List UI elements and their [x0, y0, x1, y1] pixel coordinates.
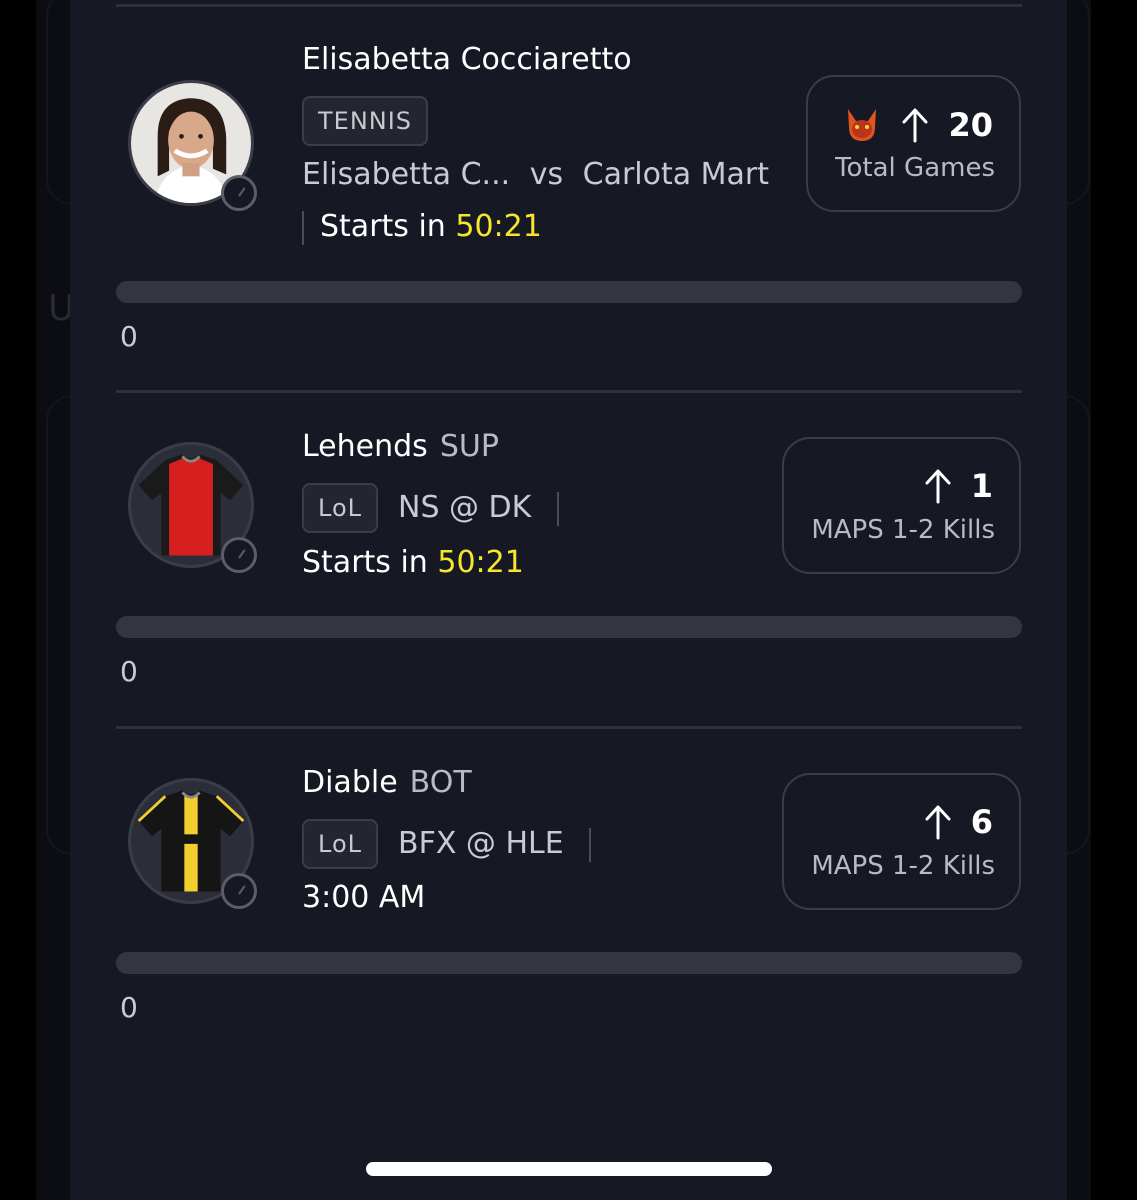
league-tag: TENNIS: [302, 96, 429, 146]
player-name: Elisabetta Cocciaretto: [302, 42, 632, 77]
separator: [589, 827, 592, 862]
stat-type: MAPS 1-2 Kills: [811, 515, 995, 545]
player-position: SUP: [439, 429, 499, 464]
matchup-text: NS @ DK: [398, 490, 532, 525]
league-tag: LoL: [302, 483, 379, 533]
line-value: 6: [970, 803, 993, 841]
projection-box[interactable]: 6 MAPS 1-2 Kills: [782, 773, 1021, 910]
matchup-player-b: Carlota Mart: [582, 157, 770, 192]
clock-icon: [221, 175, 257, 211]
progress-bar: [116, 281, 1022, 303]
start-time: Starts in 50:21: [302, 545, 524, 580]
card-divider: [116, 726, 1022, 729]
countdown: 50:21: [437, 545, 524, 580]
top-divider: [116, 4, 1022, 7]
arrow-up-icon: [902, 108, 928, 143]
stat-type: Total Games: [835, 153, 995, 183]
projection-line: 1: [923, 467, 993, 505]
matchup-text: BFX @ HLE: [398, 826, 564, 861]
progress-bar: [116, 616, 1022, 638]
progress-count: 0: [120, 991, 138, 1024]
player-name-text: Lehends: [302, 429, 428, 464]
projection-box[interactable]: 1 MAPS 1-2 Kills: [782, 437, 1021, 574]
stat-type: MAPS 1-2 Kills: [811, 851, 995, 881]
arrow-up-icon: [925, 469, 951, 504]
projection-line: 6: [923, 803, 993, 841]
projection-box[interactable]: 20 Total Games: [806, 75, 1021, 212]
starts-prefix: Starts in: [302, 545, 428, 580]
separator: [556, 491, 559, 526]
matchup-player-a: Elisabetta C...: [302, 157, 511, 192]
progress-count: 0: [120, 655, 138, 688]
card-divider: [116, 390, 1022, 393]
line-value: 1: [970, 467, 993, 505]
demon-icon: [848, 109, 877, 141]
separator: [302, 210, 304, 245]
countdown: 50:21: [455, 209, 542, 244]
progress-bar: [116, 952, 1022, 974]
clock-icon: [221, 873, 257, 909]
player-name: Diable BOT: [302, 765, 472, 800]
start-time: 3:00 AM: [302, 880, 426, 915]
progress-count: 0: [120, 320, 138, 353]
matchup: BFX @ HLE: [398, 826, 592, 862]
line-value: 20: [948, 106, 993, 144]
matchup-vs: vs: [529, 157, 564, 192]
league-tag: LoL: [302, 819, 379, 869]
projection-line: 20: [842, 105, 993, 145]
clock-icon: [221, 537, 257, 573]
player-name: Lehends SUP: [302, 429, 499, 464]
player-name-text: Diable: [302, 765, 398, 800]
matchup: NS @ DK: [398, 490, 559, 526]
start-time: Starts in 50:21: [302, 209, 542, 245]
arrow-up-icon: [925, 805, 951, 840]
matchup: Elisabetta C... vs Carlota Mart: [302, 157, 774, 192]
home-indicator[interactable]: [366, 1162, 772, 1176]
starts-prefix: Starts in: [320, 209, 446, 244]
player-position: BOT: [409, 765, 472, 800]
